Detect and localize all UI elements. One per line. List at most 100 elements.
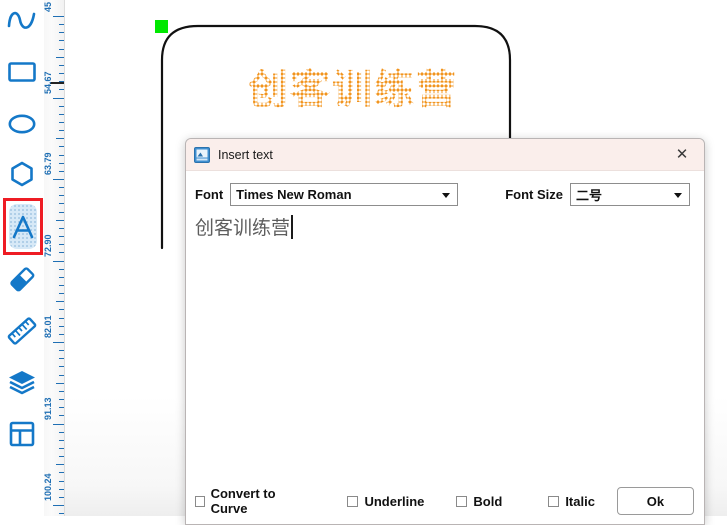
ruler-tick [59, 374, 64, 376]
ruler-tick [59, 317, 64, 319]
italic-checkbox[interactable]: Italic [548, 494, 595, 509]
ruler-tick [59, 350, 64, 352]
ruler-tick [59, 73, 64, 75]
hexagon-icon [11, 161, 33, 187]
ruler-tick [59, 439, 64, 441]
ruler-tool[interactable] [3, 312, 41, 350]
ruler-tick-major [53, 97, 64, 99]
ruler-tick [59, 32, 64, 34]
ruler-label: 82.01 [44, 315, 53, 338]
ruler-tick [59, 309, 64, 311]
bold-label: Bold [473, 493, 503, 509]
tools-sidebar [0, 0, 44, 516]
convert-to-curve-checkbox[interactable]: Convert to Curve [195, 486, 299, 516]
ruler-tick [59, 284, 64, 286]
ruler-label: 91.13 [44, 396, 53, 420]
ruler-tick [59, 399, 64, 401]
ruler-tick-major [53, 179, 64, 180]
shape-resize-handle[interactable] [155, 20, 168, 33]
ruler-tick [59, 24, 64, 26]
bold-checkbox[interactable]: Bold [456, 494, 502, 509]
eraser-tool[interactable] [3, 260, 41, 298]
insert-text-window-icon [194, 146, 210, 163]
ruler-tick [59, 268, 64, 270]
dialog-title: Insert text [218, 147, 273, 162]
layers-tool[interactable] [3, 363, 41, 401]
canvas-artistic-text[interactable]: 创客训练营 [248, 68, 458, 112]
ellipse-icon [8, 114, 36, 134]
convert-to-curve-label: Convert to Curve [210, 486, 276, 516]
ruler-tick-mid [56, 219, 64, 221]
ruler-tick [59, 358, 64, 360]
chevron-down-icon [674, 192, 682, 198]
ruler-tick [59, 236, 64, 238]
ruler-tick [59, 456, 64, 458]
layout-tool[interactable] [3, 415, 41, 453]
ruler-tick-major [53, 342, 64, 343]
chevron-down-icon [442, 192, 451, 198]
insert-text-dialog: Insert text ✕ Font Times New Roman Font … [185, 138, 705, 525]
font-size-select[interactable]: 二号 [570, 183, 690, 206]
ruler-tick [59, 64, 64, 66]
ruler-tick-major [53, 505, 64, 506]
letter-a-icon [12, 215, 34, 238]
ruler-tick [59, 113, 64, 115]
ruler-tick [59, 447, 64, 449]
underline-checkbox[interactable]: Underline [347, 494, 424, 509]
ruler-tick [59, 170, 64, 172]
ruler-tick-mid [56, 464, 64, 466]
ruler-tick [59, 244, 64, 246]
ruler-tick [59, 293, 64, 295]
ruler-tick [59, 81, 64, 83]
close-icon[interactable]: ✕ [660, 139, 704, 169]
ruler-tick [59, 480, 64, 482]
font-family-select[interactable]: Times New Roman [230, 183, 459, 206]
ruler-tick [59, 325, 64, 327]
ruler-tick [59, 431, 64, 433]
ruler-icon [7, 317, 37, 345]
ruler-tick [59, 333, 64, 335]
ruler-tick-mid [56, 56, 64, 58]
ruler-tick [59, 89, 64, 91]
ruler-label: 54.67 [44, 70, 53, 94]
checkbox-box [195, 495, 205, 507]
ruler-tick-major [53, 16, 64, 17]
ruler-tick [59, 146, 64, 148]
dialog-titlebar[interactable]: Insert text ✕ [186, 139, 704, 171]
ruler-tick-major [53, 260, 64, 262]
ruler-tick [59, 162, 64, 164]
ruler-tick-mid [56, 138, 64, 140]
ok-button[interactable]: Ok [616, 487, 694, 515]
ruler-tick [59, 121, 64, 123]
ruler-tick [59, 40, 64, 42]
curve-tool[interactable] [3, 2, 41, 40]
checkbox-box [347, 495, 359, 507]
ruler-label: 63.79 [44, 152, 53, 175]
ruler-tick-mid [56, 301, 64, 303]
checkbox-box [548, 495, 560, 507]
font-size-label: Font Size [505, 187, 563, 202]
font-settings-row: Font Times New Roman Font Size 二号 [186, 171, 704, 206]
ruler-tick-mid [56, 382, 64, 384]
vertical-ruler[interactable]: 45 54.67 63.79 72.90 82.01 91.13 100.24 [44, 0, 65, 516]
ruler-tick [59, 195, 64, 197]
ellipse-tool[interactable] [3, 105, 41, 143]
italic-label: Italic [565, 493, 595, 509]
ruler-tick [59, 513, 64, 515]
ruler-tick-major [53, 423, 64, 425]
ruler-tick [59, 276, 64, 278]
layout-icon [9, 421, 35, 447]
text-input-area[interactable]: 创客训练营 [195, 214, 695, 476]
checkbox-box [456, 495, 468, 507]
text-tool[interactable] [3, 198, 43, 255]
ruler-tick [59, 154, 64, 156]
rectangle-tool[interactable] [3, 53, 41, 91]
ruler-tick [59, 415, 64, 417]
font-size-value: 二号 [576, 188, 603, 203]
wave-icon [7, 11, 36, 29]
ruler-tick [59, 472, 64, 474]
text-input-value: 创客训练营 [195, 217, 291, 239]
polygon-tool[interactable] [3, 155, 41, 193]
ruler-tick [59, 366, 64, 368]
ruler-tick [59, 130, 64, 132]
